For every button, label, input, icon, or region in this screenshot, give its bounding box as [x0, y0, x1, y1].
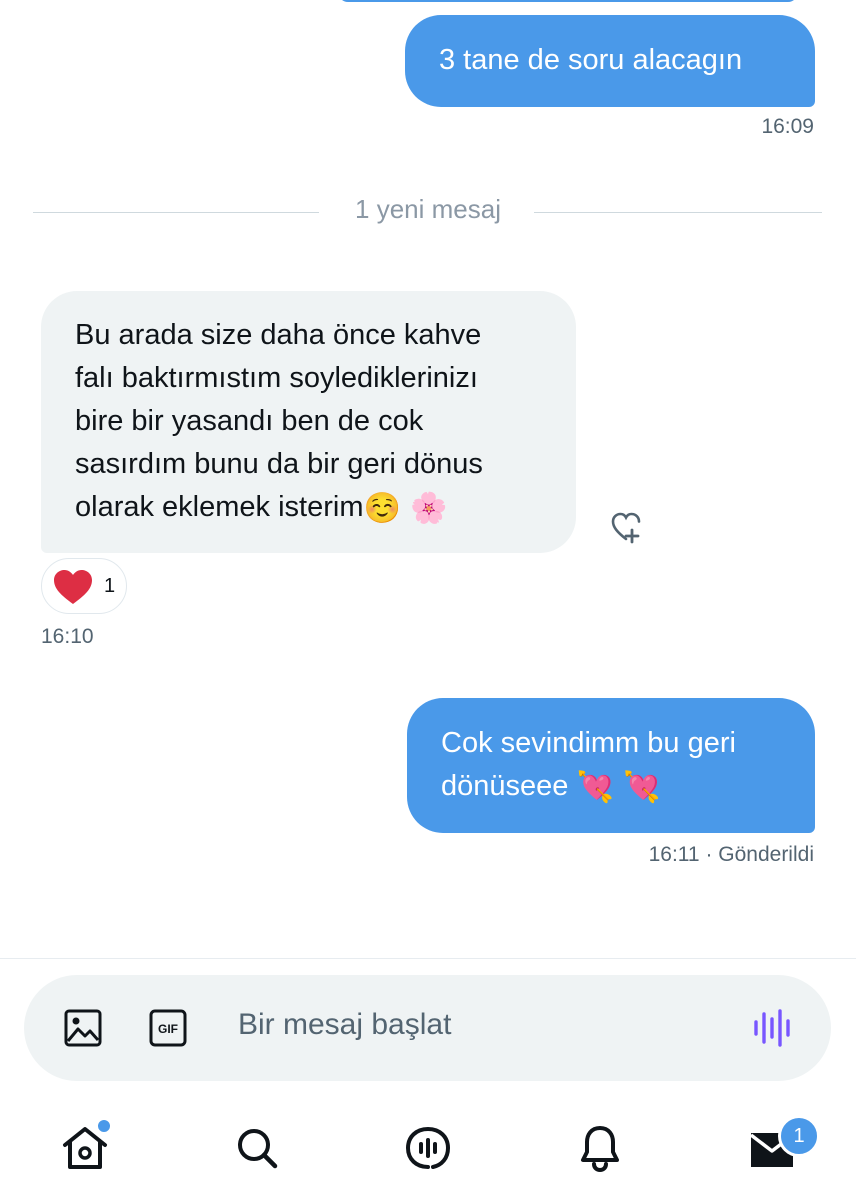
message-timestamp: 16:09: [761, 115, 814, 138]
message-input[interactable]: Bir mesaj başlat: [238, 1008, 451, 1042]
home-notification-dot: [96, 1118, 112, 1134]
message-line: Cok sevindimm bu geri: [441, 727, 736, 759]
message-line: dönüseee 💘 💘: [441, 765, 815, 809]
delivery-status: · Gönderildi: [705, 843, 814, 866]
message-time: 16:11: [648, 843, 700, 866]
bell-icon[interactable]: [579, 1124, 621, 1172]
message-emoji: 💘 💘: [576, 770, 661, 805]
reaction-badge[interactable]: 1: [41, 558, 127, 614]
divider-line-right: [534, 212, 822, 213]
composer-border: [0, 958, 856, 959]
gif-icon[interactable]: GIF: [149, 1009, 187, 1047]
heart-plus-icon[interactable]: [611, 510, 641, 544]
incoming-message-bubble[interactable]: Bu arada size daha önce kahve falı baktı…: [41, 291, 576, 553]
image-icon[interactable]: [64, 1009, 102, 1047]
message-line: olarak eklemek isterim☺️ 🌸: [75, 486, 576, 530]
search-icon[interactable]: [235, 1126, 279, 1170]
message-text: 3 tane de soru alacagın: [439, 44, 743, 76]
voice-icon[interactable]: [752, 1008, 794, 1048]
message-line-text: olarak eklemek isterim: [75, 491, 364, 523]
message-line: sasırdım bunu da bir geri dönus: [75, 448, 483, 480]
previous-message-bubble-edge: [338, 0, 798, 2]
svg-text:GIF: GIF: [158, 1022, 178, 1036]
message-emoji: ☺️ 🌸: [363, 491, 448, 526]
spaces-icon[interactable]: [405, 1125, 451, 1171]
message-line: bire bir yasandı ben de cok: [75, 405, 424, 437]
message-line-text: dönüseee: [441, 770, 569, 802]
message-timestamp: 16:11 · Gönderildi: [649, 843, 814, 867]
outgoing-message-bubble[interactable]: 3 tane de soru alacagın: [405, 15, 815, 107]
reaction-count: 1: [104, 575, 116, 597]
message-line: Bu arada size daha önce kahve: [75, 319, 482, 351]
message-timestamp: 16:10: [41, 625, 94, 648]
heart-icon: [54, 570, 92, 604]
message-line: falı baktırmıstım soylediklerinizı: [75, 362, 478, 394]
outgoing-message-bubble[interactable]: Cok sevindimm bu geri dönüseee 💘 💘: [407, 698, 815, 833]
new-message-divider: 1 yeni mesaj: [355, 194, 501, 224]
messages-badge: 1: [778, 1115, 820, 1157]
